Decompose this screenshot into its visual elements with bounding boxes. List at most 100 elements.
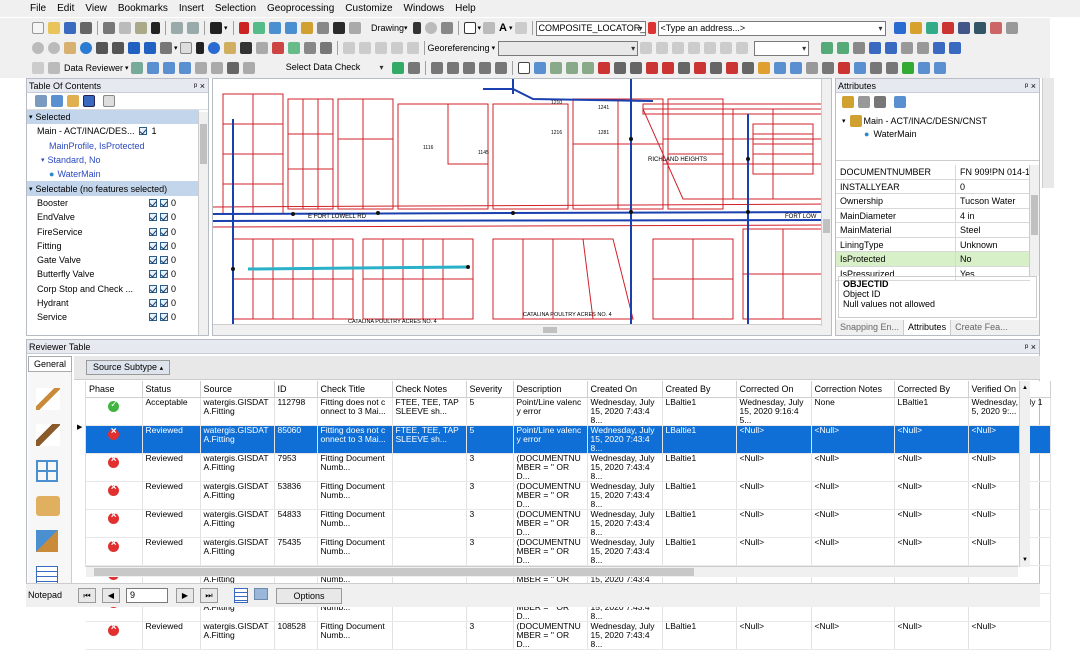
menu-selection[interactable]: Selection	[215, 3, 256, 14]
address-input[interactable]: <Type an address...>	[657, 20, 886, 36]
topology-tool-23-icon[interactable]	[901, 62, 914, 74]
fixed-zoom-in-icon[interactable]	[96, 42, 108, 54]
column-header-created-on[interactable]: Created On	[587, 381, 663, 398]
next-page-icon[interactable]: ▶	[176, 588, 194, 603]
column-header-source[interactable]: Source	[200, 381, 275, 398]
topology-tool-15-icon[interactable]	[773, 62, 786, 74]
check-tool-3-icon[interactable]	[446, 62, 459, 74]
layer-selectable-checkbox[interactable]	[149, 299, 157, 307]
edit-tool-7-icon[interactable]	[917, 42, 930, 54]
georef-scale-icon[interactable]	[406, 42, 419, 54]
column-header-correction-notes[interactable]: Correction Notes	[811, 381, 895, 398]
topology-tool-3-icon[interactable]	[581, 62, 594, 74]
topology-tool-24-icon[interactable]	[917, 62, 930, 74]
list-by-drawing-order-icon[interactable]	[35, 95, 47, 107]
draw-shape-icon[interactable]	[483, 22, 496, 34]
reviewer-tool-5-icon[interactable]	[194, 62, 207, 74]
table-row[interactable]: Reviewedwatergis.GISDAT A.Fitting108528F…	[86, 621, 1051, 650]
data-reviewer-menu[interactable]: Data Reviewer	[64, 63, 123, 73]
georef-shift-icon[interactable]	[390, 42, 403, 54]
georef-tool-4-icon[interactable]	[688, 42, 701, 54]
forward-icon[interactable]	[144, 42, 156, 54]
list-by-selection-icon[interactable]	[83, 95, 95, 107]
check-tool-4-icon[interactable]	[462, 62, 475, 74]
attribute-value[interactable]: 4 in	[956, 209, 1030, 223]
attribute-row[interactable]: DOCUMENTNUMBERFN 909!PN 014-1965	[836, 165, 1030, 180]
map-canvas[interactable]: E FORT LOWELL RD FORT LOW RICHLAND HEIGH…	[213, 79, 832, 336]
zoom-whole-page-icon[interactable]	[440, 22, 453, 34]
reviewer-vertical-scrollbar[interactable]: ▲ ▼	[1019, 381, 1030, 567]
reviewer-tool-3-icon[interactable]	[162, 62, 175, 74]
toc-layer-gate-valve[interactable]: Gate Valve 0	[27, 253, 199, 267]
topology-tool-20-icon[interactable]	[853, 62, 866, 74]
topology-tool-22-icon[interactable]	[885, 62, 898, 74]
select-data-check-select[interactable]: Select Data Check	[261, 61, 386, 76]
attribute-value[interactable]: No	[956, 252, 1030, 266]
georef-tool-5-icon[interactable]	[704, 42, 717, 54]
attributes-pin-icon[interactable]: ᵖ ×	[1025, 79, 1036, 92]
tab-create-features[interactable]: Create Fea...	[951, 320, 1012, 335]
paste-icon[interactable]	[135, 22, 147, 34]
edit-tool-4-icon[interactable]	[869, 42, 882, 54]
attribute-value[interactable]: 0	[956, 180, 1030, 194]
select-elements-icon[interactable]	[412, 22, 421, 34]
check-tool-1-icon[interactable]	[407, 62, 420, 74]
editor-icon[interactable]	[253, 22, 265, 34]
html-popup-icon[interactable]	[287, 42, 300, 54]
topology-tool-19-icon[interactable]	[837, 62, 850, 74]
attribute-row[interactable]: INSTALLYEAR 0	[836, 179, 1030, 194]
edit-tool-8-icon[interactable]	[933, 42, 946, 54]
find-icon[interactable]	[223, 42, 236, 54]
toc-pin-icon[interactable]: ᵖ ×	[194, 79, 205, 92]
column-header-phase[interactable]: Phase	[86, 381, 143, 398]
right-dock-strip[interactable]	[1042, 78, 1054, 188]
edit-tool-9-icon[interactable]	[949, 42, 962, 54]
menu-insert[interactable]: Insert	[179, 3, 204, 14]
georef-tool-1-icon[interactable]	[640, 42, 653, 54]
reviewer-toggle-icon[interactable]	[48, 62, 60, 74]
attribute-row[interactable]: MainDiameter 4 in	[836, 208, 1030, 223]
list-by-source-icon[interactable]	[51, 95, 63, 107]
topology-tool-25-icon[interactable]	[933, 62, 946, 74]
layer-visible-checkbox[interactable]	[160, 213, 168, 222]
table-row[interactable]: Reviewedwatergis.GISDAT A.Fitting85060Fi…	[86, 425, 1051, 454]
toc-layer-booster[interactable]: Booster 0	[27, 196, 199, 210]
layer-options-icon[interactable]	[894, 96, 906, 108]
layer-selectable-checkbox[interactable]	[149, 241, 157, 250]
hyperlink-icon[interactable]	[271, 42, 284, 54]
list-by-visibility-icon[interactable]	[67, 95, 79, 107]
rectangle-icon[interactable]	[463, 22, 476, 34]
flash-icon[interactable]	[909, 22, 922, 34]
rotate-icon[interactable]	[424, 22, 437, 34]
layer-visible-checkbox[interactable]	[160, 241, 168, 250]
topology-tool-13-icon[interactable]	[741, 62, 754, 74]
reviewer-tool-8-icon[interactable]	[242, 62, 255, 74]
edit-tool-6-icon[interactable]	[901, 42, 914, 54]
clear-selection-icon[interactable]	[179, 42, 192, 54]
layer-visible-checkbox[interactable]	[160, 270, 168, 279]
georef-layer-icon[interactable]	[342, 42, 355, 54]
route-icon[interactable]	[957, 22, 970, 34]
time-slider-icon[interactable]	[303, 42, 316, 54]
zoom-to-address-icon[interactable]	[893, 22, 906, 34]
pin-icon[interactable]	[941, 22, 954, 34]
identify-icon[interactable]	[925, 22, 938, 34]
column-header-severity[interactable]: Severity	[466, 381, 514, 398]
check-tool-2-icon[interactable]	[430, 62, 443, 74]
network-icon[interactable]	[973, 22, 986, 34]
column-header-check-title[interactable]: Check Title	[317, 381, 393, 398]
edit-tool-1-icon[interactable]	[821, 42, 834, 54]
reviewer-horizontal-scrollbar[interactable]	[86, 566, 1018, 577]
clear-icon[interactable]	[1005, 22, 1018, 34]
table-row[interactable]: Reviewedwatergis.GISDAT A.Fitting75435Fi…	[86, 537, 1051, 566]
add-data-icon[interactable]	[210, 22, 222, 34]
zoom-out-icon[interactable]	[48, 42, 60, 54]
open-icon[interactable]	[48, 22, 60, 34]
tab-general[interactable]: General	[28, 356, 72, 372]
reviewer-tool-4-icon[interactable]	[178, 62, 191, 74]
topology-tool-8-icon[interactable]	[661, 62, 674, 74]
new-icon[interactable]	[32, 22, 44, 34]
edit-tool-3-icon[interactable]	[853, 42, 866, 54]
column-header-id[interactable]: ID	[274, 381, 318, 398]
select-features-icon[interactable]	[160, 42, 172, 54]
